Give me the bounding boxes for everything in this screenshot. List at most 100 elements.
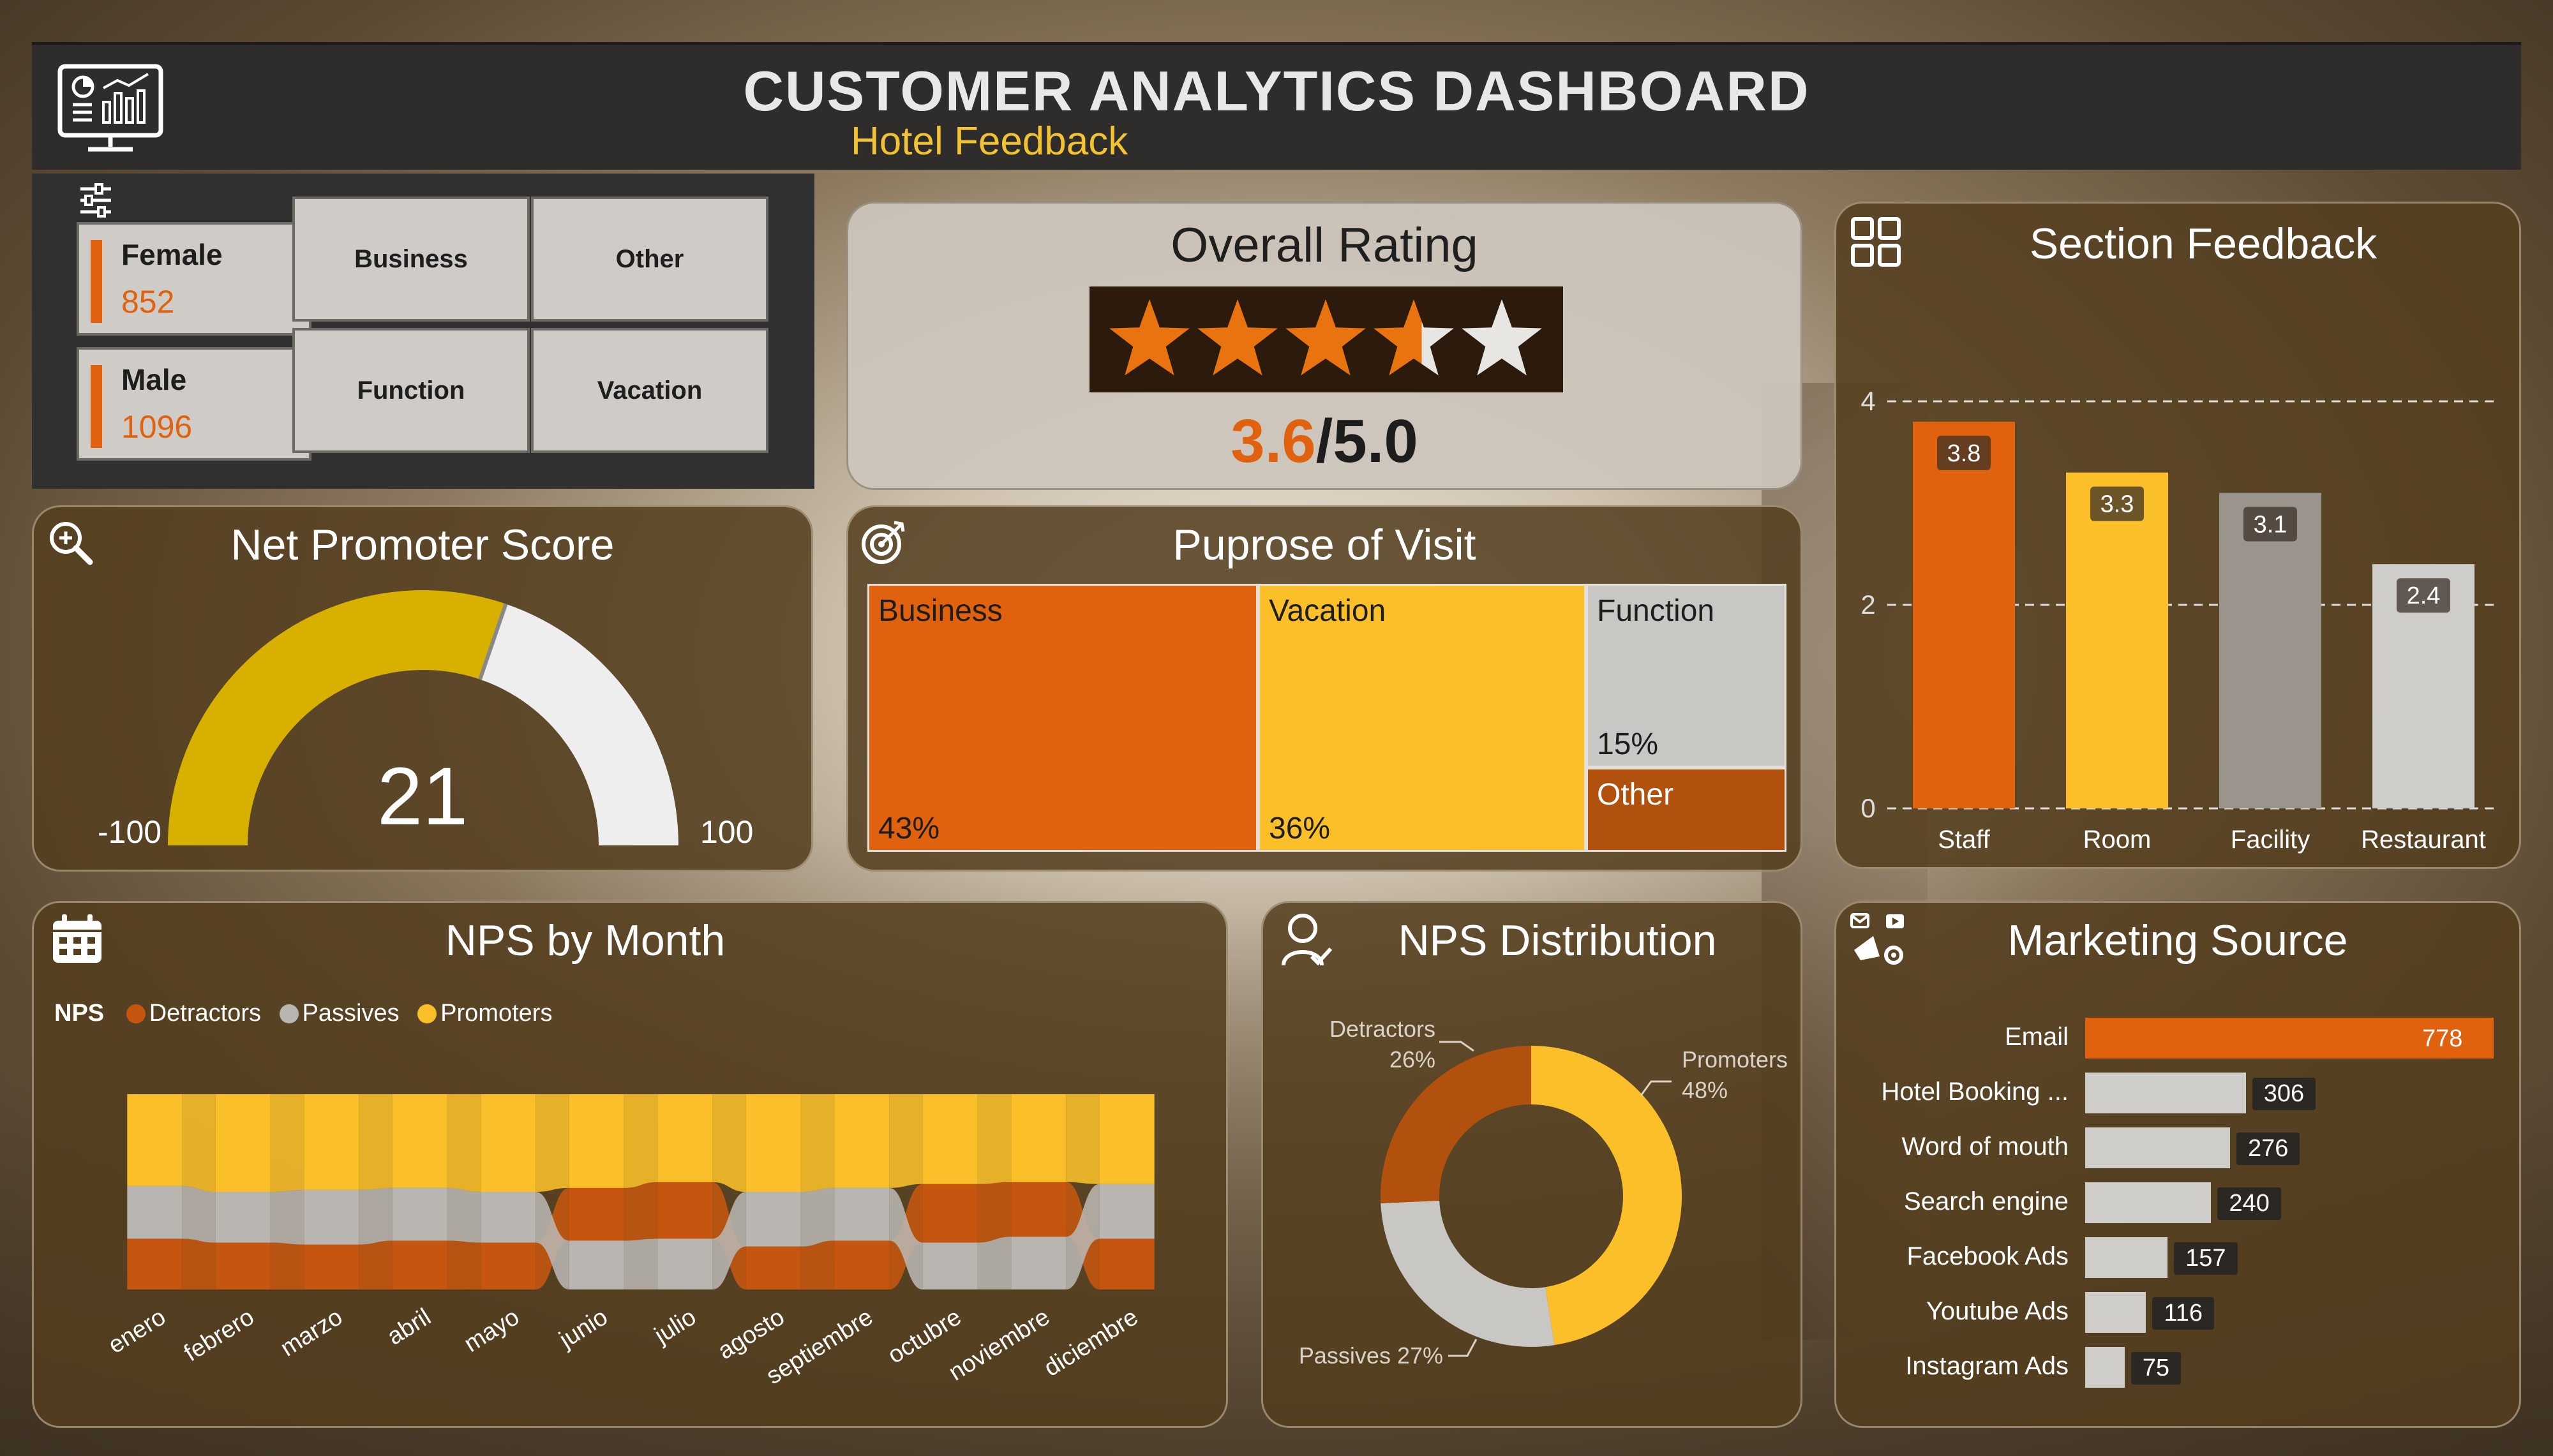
y-tick-label: 2: [1860, 590, 1875, 620]
leader-line: [1640, 1080, 1672, 1096]
ribbon-promoters: [712, 1094, 746, 1192]
purpose-filter-other[interactable]: Other: [531, 197, 768, 322]
column-segment-detractors: [745, 1246, 801, 1289]
ribbon-detractors: [624, 1182, 658, 1241]
marketing-source-bar[interactable]: [2085, 1347, 2125, 1388]
treemap-label: Other: [1597, 778, 1674, 812]
column-segment-passives: [1011, 1237, 1067, 1289]
page-subtitle: Hotel Feedback: [851, 119, 1128, 163]
gender-filter-male[interactable]: Male 1096: [77, 347, 311, 461]
x-tick-label: febrero: [179, 1304, 258, 1367]
marketing-source-value: 306: [2252, 1078, 2316, 1110]
ribbon-promoters: [359, 1094, 393, 1190]
treemap-cell-business[interactable]: Business 43%: [867, 584, 1258, 852]
marketing-source-value: 116: [2152, 1297, 2215, 1330]
slice-label: Promoters: [1682, 1046, 1788, 1073]
overall-rating-title: Overall Rating: [1171, 218, 1478, 272]
marketing-source-label: Email: [2004, 1023, 2069, 1051]
male-label: Male: [121, 363, 187, 396]
star-mark: [1197, 299, 1278, 376]
slice-label: Passives 27%: [1299, 1342, 1443, 1369]
ribbon-promoters: [800, 1094, 835, 1192]
nps-gauge-min: -100: [98, 814, 162, 850]
leader-line: [1439, 1041, 1474, 1052]
filter-sliders-icon[interactable]: [77, 181, 115, 219]
column-segment-detractors: [127, 1238, 183, 1289]
column-segment-promoters: [481, 1094, 536, 1192]
ribbon-detractors: [182, 1238, 216, 1289]
ribbon-promoters: [624, 1094, 658, 1188]
column-segment-promoters: [392, 1094, 447, 1188]
ribbon-detractors: [270, 1242, 304, 1289]
overall-rating-value: 3.6/5.0: [848, 406, 1801, 477]
marketing-source-label: Search engine: [1904, 1187, 2069, 1215]
x-tick-label: marzo: [276, 1304, 347, 1362]
x-tick-label: agosto: [714, 1304, 790, 1365]
column-segment-passives: [392, 1187, 447, 1241]
column-segment-promoters: [657, 1094, 713, 1182]
nps-gauge-card: Net Promoter Score 21 -100 100: [32, 505, 813, 872]
ribbon-promoters: [535, 1094, 569, 1192]
male-count: 1096: [121, 409, 193, 445]
column-segment-passives: [127, 1185, 183, 1239]
purpose-filter-function[interactable]: Function: [292, 328, 530, 453]
purpose-treemap: Business 43% Vacation 36% Function 15% O…: [867, 584, 1786, 852]
purpose-of-visit-card: Puprose of Visit Business 43% Vacation 3…: [846, 505, 1802, 872]
x-tick-label: abril: [382, 1304, 435, 1351]
ribbon-detractors: [447, 1240, 481, 1289]
donut-slice-passives: [1381, 1200, 1555, 1347]
ribbon-promoters: [1066, 1094, 1100, 1184]
marketing-source-card: Marketing Source Email 778 Hotel Booking .…: [1834, 901, 2521, 1428]
x-tick-label: Restaurant: [2361, 826, 2486, 854]
treemap-label: Function: [1597, 594, 1715, 628]
ribbon-detractors: [359, 1240, 393, 1289]
marketing-source-value: 75: [2130, 1352, 2181, 1385]
nps-by-month-chart: enero febrero marzo abril mayo junio julio agos…: [103, 1094, 1155, 1390]
marketing-source-bar[interactable]: [2085, 1292, 2146, 1333]
dashboard-header: CUSTOMER ANALYTICS DASHBOARD Hotel Feedb…: [32, 42, 2521, 170]
ribbon-passives: [182, 1185, 216, 1243]
column-segment-promoters: [304, 1094, 359, 1190]
purpose-filter-vacation[interactable]: Vacation: [531, 328, 768, 453]
column-segment-passives: [745, 1192, 801, 1247]
stars-graphic: [1109, 299, 1542, 376]
treemap-cell-vacation[interactable]: Vacation 36%: [1258, 584, 1586, 852]
ribbon-detractors: [977, 1182, 1012, 1243]
nps-by-month-card: NPS by Month NPS Detractors Passives Pro…: [32, 901, 1228, 1428]
overall-rating-card: Overall Rating 3.6/5.0: [846, 202, 1802, 490]
ribbon-passives: [359, 1187, 393, 1245]
ribbon-passives: [800, 1187, 835, 1247]
column-segment-passives: [1099, 1184, 1155, 1239]
leader-line: [1448, 1339, 1478, 1357]
ribbon-promoters: [889, 1094, 923, 1188]
purpose-filter-business[interactable]: Business: [292, 197, 530, 322]
ribbon-passives: [624, 1238, 658, 1289]
marketing-source-bar[interactable]: [2085, 1127, 2231, 1168]
x-tick-label: mayo: [460, 1304, 524, 1358]
gender-filter-female[interactable]: Female 852: [77, 222, 311, 336]
treemap-label: Business: [878, 594, 1003, 628]
female-label: Female: [121, 238, 223, 271]
female-accent-bar: [91, 240, 102, 323]
treemap-cell-function[interactable]: Function 15%: [1586, 584, 1786, 768]
section-feedback-chart: 0 2 4 3.8 Staff 3.3 Room 3.1 Facility 2.4 Restaura…: [1860, 386, 2500, 854]
column-segment-detractors: [1011, 1182, 1067, 1237]
x-tick-label: Staff: [1938, 826, 1990, 854]
column-segment-promoters: [745, 1094, 801, 1192]
female-count: 852: [121, 284, 175, 320]
marketing-source-value: 157: [2174, 1242, 2238, 1275]
marketing-source-bar[interactable]: [2085, 1182, 2212, 1223]
column-segment-detractors: [922, 1184, 978, 1243]
ribbon-promoters: [447, 1094, 481, 1192]
treemap-label: Vacation: [1269, 594, 1386, 628]
treemap-cell-other[interactable]: Other: [1586, 768, 1786, 852]
star-mark: [1374, 299, 1454, 376]
column-segment-passives: [657, 1238, 713, 1289]
nps-distribution-chart: Promoters 48% Detractors 26% Passives 27%: [1299, 1016, 1788, 1369]
ribbon-passives: [270, 1189, 304, 1245]
marketing-source-bar[interactable]: [2085, 1237, 2168, 1278]
marketing-source-bar[interactable]: [2085, 1073, 2246, 1113]
treemap-percent: 36%: [1269, 812, 1331, 845]
ribbon-detractors: [800, 1240, 835, 1289]
column-segment-promoters: [569, 1094, 624, 1188]
